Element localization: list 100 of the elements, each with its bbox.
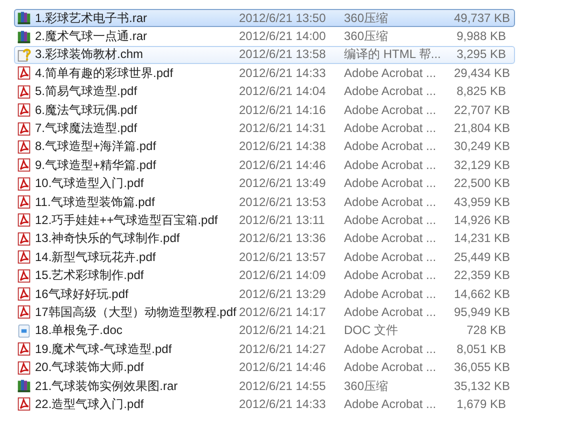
file-name: 20.气球装饰大师.pdf <box>34 360 145 376</box>
file-row[interactable]: 10.气球造型入门.pdf 2012/6/21 13:49 Adobe Acrobat ... 22,500 KB <box>14 174 515 193</box>
modified-date: 2012/6/21 13:49 <box>239 176 327 192</box>
help-file-icon <box>17 46 31 63</box>
file-type: Adobe Acrobat ... <box>344 66 438 81</box>
file-row[interactable]: 14.新型气球玩花卉.pdf 2012/6/21 13:57 Adobe Acrobat ... 25,449 KB <box>14 248 515 266</box>
file-name: 14.新型气球玩花卉.pdf <box>34 250 157 265</box>
modified-date: 2012/6/21 14:21 <box>239 323 327 338</box>
books-icon <box>17 10 31 26</box>
file-type: Adobe Acrobat ... <box>344 139 438 154</box>
file-type: Adobe Acrobat ... <box>344 176 438 192</box>
file-name: 22.造型气球入门.pdf <box>34 396 145 412</box>
books-icon <box>17 28 31 45</box>
modified-date: 2012/6/21 13:50 <box>239 10 327 26</box>
file-row[interactable]: 2.魔术气球一点通.rar 2012/6/21 14:00 360压缩 9,988 KB <box>14 27 515 46</box>
file-row[interactable]: 13.神奇快乐的气球制作.pdf 2012/6/21 13:36 Adobe Acrobat ... 14,231 KB <box>14 230 515 248</box>
file-type: Adobe Acrobat ... <box>344 396 438 412</box>
modified-date: 2012/6/21 13:57 <box>239 250 327 265</box>
pdf-document-icon <box>17 249 31 266</box>
modified-date: 2012/6/21 14:09 <box>239 268 327 284</box>
modified-date: 2012/6/21 14:00 <box>239 29 327 44</box>
file-row[interactable]: 12.巧手娃娃++气球造型百宝箱.pdf 2012/6/21 13:11 Adobe Acrobat ... 14,926 KB <box>14 211 515 230</box>
file-type: Adobe Acrobat ... <box>344 231 438 246</box>
file-type: 360压缩 <box>344 10 390 26</box>
file-row[interactable]: 18.单根兔子.doc 2012/6/21 14:21 DOC 文件 728 KB <box>14 322 515 340</box>
file-row[interactable]: 7.气球魔法造型.pdf 2012/6/21 14:31 Adobe Acrobat ... 21,804 KB <box>14 119 515 138</box>
file-row[interactable]: 1.彩球艺术电子书.rar 2012/6/21 13:50 360压缩 49,737 KB <box>14 9 515 28</box>
file-name: 9.气球造型+精华篇.pdf <box>34 158 158 173</box>
file-name: 21.气球装饰实例效果图.rar <box>34 378 179 394</box>
pdf-document-icon <box>17 341 31 358</box>
file-type: Adobe Acrobat ... <box>344 84 438 100</box>
file-type: Adobe Acrobat ... <box>344 121 438 136</box>
modified-date: 2012/6/21 14:46 <box>239 158 327 173</box>
pdf-document-icon <box>17 157 31 174</box>
modified-date: 2012/6/21 14:27 <box>239 342 327 357</box>
file-type: DOC 文件 <box>344 323 399 338</box>
pdf-document-icon <box>17 230 31 247</box>
modified-date: 2012/6/21 14:33 <box>239 396 327 412</box>
file-type: Adobe Acrobat ... <box>344 304 438 320</box>
file-name: 16气球好好玩.pdf <box>34 286 130 302</box>
pdf-document-icon <box>17 138 31 155</box>
file-row[interactable]: 6.魔法气球玩偶.pdf 2012/6/21 14:16 Adobe Acrobat ... 22,707 KB <box>14 100 515 120</box>
file-name: 7.气球魔法造型.pdf <box>34 121 138 136</box>
pdf-document-icon <box>17 304 31 320</box>
file-name: 11.气球造型装饰篇.pdf <box>34 194 156 210</box>
pdf-document-icon <box>17 212 31 228</box>
file-size: 1,679 KB <box>456 396 506 412</box>
file-type: Adobe Acrobat ... <box>344 194 438 210</box>
file-size: 8,825 KB <box>456 84 506 100</box>
file-size: 8,051 KB <box>456 342 506 357</box>
file-name: 4.简单有趣的彩球世界.pdf <box>34 66 174 81</box>
file-row[interactable]: 9.气球造型+精华篇.pdf 2012/6/21 14:46 Adobe Acrobat ... 32,129 KB <box>14 156 515 175</box>
file-name: 19.魔术气球-气球造型.pdf <box>34 342 173 357</box>
file-name: 17韩国高级（大型）动物造型教程.pdf <box>34 304 238 320</box>
file-size: 728 KB <box>466 323 506 338</box>
file-type: 360压缩 <box>344 29 390 44</box>
file-type: Adobe Acrobat ... <box>344 268 438 284</box>
pdf-document-icon <box>17 102 31 118</box>
file-row[interactable]: 16气球好好玩.pdf 2012/6/21 13:29 Adobe Acrobat ... 14,662 KB <box>14 284 515 304</box>
pdf-document-icon <box>17 65 31 82</box>
books-icon <box>17 378 31 394</box>
file-row[interactable]: 22.造型气球入门.pdf 2012/6/21 14:33 Adobe Acrobat ... 1,679 KB <box>14 395 515 414</box>
file-name: 18.单根兔子.doc <box>34 323 124 338</box>
file-row[interactable]: 4.简单有趣的彩球世界.pdf 2012/6/21 14:33 Adobe Acrobat ... 29,434 KB <box>14 64 515 83</box>
file-type: Adobe Acrobat ... <box>344 102 438 118</box>
file-name: 10.气球造型入门.pdf <box>34 176 145 192</box>
file-row[interactable]: 19.魔术气球-气球造型.pdf 2012/6/21 14:27 Adobe Acrobat ... 8,051 KB <box>14 340 515 358</box>
file-name: 15.艺术彩球制作.pdf <box>34 268 145 284</box>
file-row[interactable]: 17韩国高级（大型）动物造型教程.pdf 2012/6/21 14:17 Adobe Acrobat ... 95,949 KB <box>14 303 515 322</box>
pdf-document-icon <box>17 396 31 412</box>
modified-date: 2012/6/21 14:55 <box>239 378 327 394</box>
modified-date: 2012/6/21 14:31 <box>239 121 327 136</box>
file-row[interactable]: 5.简易气球造型.pdf 2012/6/21 14:04 Adobe Acrobat ... 8,825 KB <box>14 82 515 101</box>
modified-date: 2012/6/21 14:46 <box>239 360 327 376</box>
modified-date: 2012/6/21 13:11 <box>239 212 326 228</box>
file-type: 360压缩 <box>344 378 390 394</box>
file-name: 2.魔术气球一点通.rar <box>34 29 148 44</box>
file-row[interactable]: 8.气球造型+海洋篇.pdf 2012/6/21 14:38 Adobe Acrobat ... 30,249 KB <box>14 138 515 156</box>
file-name: 6.魔法气球玩偶.pdf <box>34 102 138 118</box>
file-row[interactable]: 21.气球装饰实例效果图.rar 2012/6/21 14:55 360压缩 35,132 KB <box>14 376 515 396</box>
pdf-document-icon <box>17 268 31 284</box>
file-name: 13.神奇快乐的气球制作.pdf <box>34 231 181 246</box>
file-name: 1.彩球艺术电子书.rar <box>34 10 148 26</box>
file-type: 编译的 HTML 帮... <box>344 47 442 62</box>
modified-date: 2012/6/21 14:16 <box>239 102 327 118</box>
file-name: 8.气球造型+海洋篇.pdf <box>34 139 158 154</box>
modified-date: 2012/6/21 13:36 <box>239 231 327 246</box>
file-size: 3,295 KB <box>456 47 506 62</box>
pdf-document-icon <box>17 194 31 210</box>
modified-date: 2012/6/21 13:53 <box>239 194 327 210</box>
file-name: 12.巧手娃娃++气球造型百宝箱.pdf <box>34 212 219 228</box>
modified-date: 2012/6/21 14:33 <box>239 66 327 81</box>
modified-date: 2012/6/21 14:38 <box>239 139 327 154</box>
file-row[interactable]: 11.气球造型装饰篇.pdf 2012/6/21 13:53 Adobe Acrobat ... 43,959 KB <box>14 192 515 212</box>
modified-date: 2012/6/21 13:58 <box>239 47 327 62</box>
document-icon <box>17 322 31 339</box>
file-row[interactable]: 15.艺术彩球制作.pdf 2012/6/21 14:09 Adobe Acrobat ... 22,359 KB <box>14 266 515 285</box>
pdf-document-icon <box>17 84 31 100</box>
file-row[interactable]: 3.彩球装饰教材.chm 2012/6/21 13:58 编译的 HTML 帮... 3,295 KB <box>14 46 515 64</box>
file-row[interactable]: 20.气球装饰大师.pdf 2012/6/21 14:46 Adobe Acrobat ... 36,055 KB <box>14 358 515 377</box>
